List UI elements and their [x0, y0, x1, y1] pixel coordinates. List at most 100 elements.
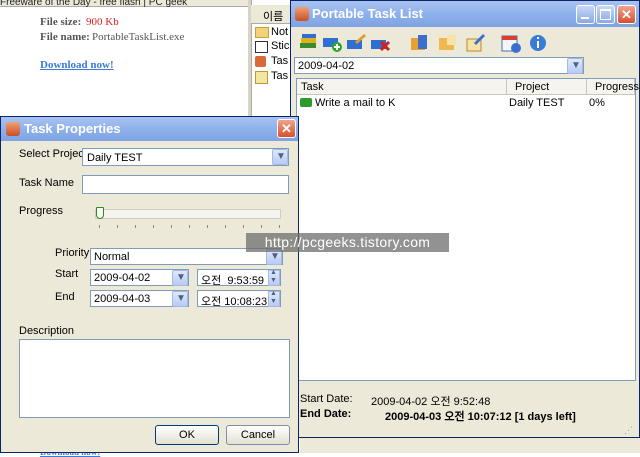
slider-tick [261, 225, 262, 228]
description-textarea[interactable] [19, 339, 290, 418]
background-top-text: Freeware of the Day - free flash | PC ge… [0, 0, 188, 8]
select-project-label: Select Project [19, 148, 87, 160]
progress-cell: 0% [589, 97, 605, 109]
app-icon [6, 122, 20, 136]
task-file-icon [255, 71, 268, 84]
task-name-label: Task Name [19, 177, 75, 189]
file-name-value: PortableTaskList.exe [92, 31, 185, 43]
slider-tick [117, 225, 118, 228]
task-name-input[interactable] [82, 175, 289, 194]
start-date-picker[interactable]: 2009-04-02 ▼ [90, 269, 189, 286]
task-properties-dialog: Task Properties ✕ Select Project Daily T… [0, 116, 299, 453]
project-cell: Daily TEST [509, 97, 565, 109]
properties-icon[interactable] [464, 32, 486, 54]
resize-grip-icon[interactable]: ⋰ [624, 425, 633, 436]
start-time-picker[interactable]: 오전 9:53:59 ▲ ▼ [197, 269, 281, 287]
task-icon [300, 98, 312, 107]
folder-icon [255, 27, 269, 38]
portable-task-list-window: Portable Task List ✕ 2009-04-02 ▼ Task P… [290, 0, 640, 438]
start-time-value: 오전 9:53:59 [201, 275, 265, 287]
minimize-button[interactable] [576, 5, 595, 24]
select-project-combo[interactable]: Daily TEST ▼ [82, 148, 289, 166]
slider-tick [171, 225, 172, 228]
progress-label: Progress [19, 205, 64, 217]
task-app-icon [255, 56, 266, 67]
books-icon[interactable] [297, 32, 319, 54]
description-label: Description [19, 325, 75, 337]
close-button[interactable]: ✕ [617, 5, 636, 24]
date-combo[interactable]: 2009-04-02 ▼ [294, 57, 584, 74]
close-icon: ✕ [621, 7, 632, 22]
start-date-value: 2009-04-02 오전 9:52:48 [371, 396, 491, 408]
add-task-icon[interactable] [321, 32, 343, 54]
end-time-picker[interactable]: 오전 10:08:23 ▲ ▼ [197, 290, 281, 308]
slider-tick [153, 225, 154, 228]
slider-tick [189, 225, 190, 228]
download-link[interactable]: Download now! [40, 59, 114, 71]
calendar-icon[interactable] [500, 32, 522, 54]
date-combo-value: 2009-04-02 [298, 60, 355, 72]
explorer-name-column[interactable]: 이름 [263, 8, 283, 24]
slider-tick [225, 225, 226, 228]
slider-tick [207, 225, 208, 228]
end-date-dropdown[interactable]: ▼ [172, 291, 188, 307]
slider-tick [135, 225, 136, 228]
maximize-button[interactable] [596, 5, 615, 24]
end-label: End [55, 291, 75, 303]
task-list[interactable]: Task Project Progress Write a mail to K … [296, 78, 639, 381]
explorer-item-label: Tas [271, 55, 289, 67]
maximize-icon [600, 9, 611, 20]
folder-icon[interactable] [409, 32, 431, 54]
chevron-down-icon: ▼ [270, 251, 280, 262]
column-header-task[interactable]: Task [297, 79, 507, 95]
select-project-dropdown[interactable]: ▼ [272, 149, 288, 165]
progress-slider-thumb[interactable] [96, 207, 104, 219]
cancel-button[interactable]: Cancel [226, 425, 290, 445]
dialog-close-button[interactable]: ✕ [277, 119, 296, 138]
delete-task-icon[interactable] [369, 32, 391, 54]
end-time-spinner[interactable]: ▲ ▼ [268, 290, 280, 307]
end-time-value: 오전 10:08:23 [201, 296, 268, 308]
start-time-spinner[interactable]: ▲ ▼ [268, 269, 280, 286]
explorer-item-label: Tas [271, 70, 289, 82]
file-icon [255, 41, 268, 53]
chevron-down-icon: ▼ [176, 272, 186, 283]
task-cell: Write a mail to K [315, 97, 396, 109]
folder-edit-icon[interactable] [437, 32, 459, 54]
minimize-icon [581, 17, 589, 19]
window-title-bar[interactable]: Portable Task List ✕ [291, 1, 639, 27]
date-combo-dropdown[interactable]: ▼ [567, 58, 583, 74]
start-date-label: Start Date: [300, 393, 353, 405]
background-bottom-strip [300, 438, 640, 453]
window-title: Portable Task List [312, 6, 424, 21]
spin-up-icon: ▲ [270, 290, 277, 297]
progress-slider-track[interactable] [95, 209, 281, 219]
background-top-strip: Freeware of the Day - free flash | PC ge… [0, 0, 248, 8]
column-header-progress[interactable]: Progress [587, 79, 639, 95]
dialog-title: Task Properties [24, 121, 121, 136]
chevron-down-icon: ▼ [176, 293, 186, 304]
priority-value: Normal [94, 251, 130, 263]
end-date-picker[interactable]: 2009-04-03 ▼ [90, 290, 189, 307]
watermark: http://pcgeeks.tistory.com [246, 233, 449, 252]
priority-label: Priority [55, 247, 90, 259]
close-icon: ✕ [281, 121, 292, 136]
ok-button[interactable]: OK [155, 425, 219, 445]
slider-tick [243, 225, 244, 228]
dialog-title-bar[interactable]: Task Properties ✕ [1, 117, 298, 141]
spin-down-icon: ▼ [270, 298, 277, 305]
column-header-project[interactable]: Project [507, 79, 587, 95]
explorer-item-label: Not [271, 26, 289, 38]
progress-slider-ticks [99, 225, 281, 229]
end-date-value: 2009-04-03 [94, 293, 151, 305]
file-size-value: 900 Kb [86, 16, 119, 28]
edit-task-icon[interactable] [345, 32, 367, 54]
end-date-label: End Date: [300, 408, 352, 420]
slider-tick [99, 225, 100, 228]
end-date-value: 2009-04-03 오전 10:07:12 [1 days left] [385, 411, 576, 423]
chevron-down-icon: ▼ [276, 151, 286, 162]
start-date-value: 2009-04-02 [94, 272, 151, 284]
info-icon[interactable] [527, 32, 549, 54]
start-date-dropdown[interactable]: ▼ [172, 270, 188, 286]
table-row[interactable]: Write a mail to K Daily TEST 0% [297, 96, 635, 110]
